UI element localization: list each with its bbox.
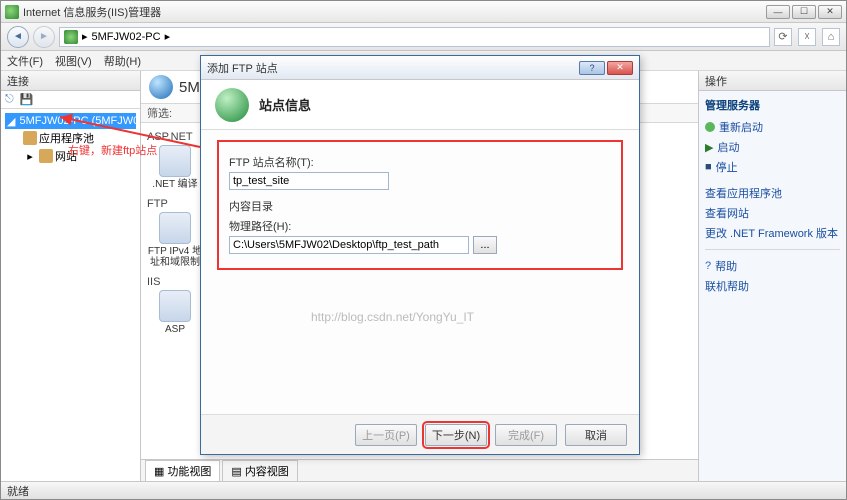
actions-panel: 操作 管理服务器 重新启动 ▶启动 ■停止 查看应用程序池 查看网站 更改 .N… <box>698 71 846 481</box>
manage-server-section: 管理服务器 <box>705 97 840 113</box>
site-name-label: FTP 站点名称(T): <box>229 154 611 170</box>
refresh-button[interactable]: ⟳ <box>774 28 792 46</box>
action-view-apppools[interactable]: 查看应用程序池 <box>705 183 840 203</box>
dialog-header-title: 站点信息 <box>259 95 311 114</box>
breadcrumb[interactable]: ▸ 5MFJW02-PC ▸ <box>59 27 770 47</box>
status-ready: 就绪 <box>7 483 29 499</box>
titlebar: Internet 信息服务(IIS)管理器 — ☐ ✕ <box>1 1 846 23</box>
action-help[interactable]: ?帮助 <box>705 256 840 276</box>
breadcrumb-node: 5MFJW02-PC <box>92 31 161 43</box>
action-restart[interactable]: 重新启动 <box>705 117 840 137</box>
add-ftp-site-dialog: 添加 FTP 站点 ? ✕ 站点信息 FTP 站点名称(T): 内容目录 物理路… <box>200 55 640 455</box>
action-view-sites[interactable]: 查看网站 <box>705 203 840 223</box>
forward-button[interactable]: ► <box>33 26 55 48</box>
back-button[interactable]: ◄ <box>7 26 29 48</box>
content-icon: ▤ <box>231 465 241 478</box>
statusbar: 就绪 <box>1 481 846 499</box>
highlight-box: FTP 站点名称(T): 内容目录 物理路径(H): ... <box>217 140 623 270</box>
next-button[interactable]: 下一步(N) <box>425 424 487 446</box>
action-start[interactable]: ▶启动 <box>705 137 840 157</box>
maximize-button[interactable]: ☐ <box>792 5 816 19</box>
dialog-title: 添加 FTP 站点 <box>207 60 579 76</box>
finish-button: 完成(F) <box>495 424 557 446</box>
dialog-close-button[interactable]: ✕ <box>607 61 633 75</box>
server-globe-icon <box>149 75 173 99</box>
restart-icon <box>705 122 715 132</box>
cancel-button[interactable]: 取消 <box>565 424 627 446</box>
path-input[interactable] <box>229 236 469 254</box>
browse-button[interactable]: ... <box>473 236 497 254</box>
menu-help[interactable]: 帮助(H) <box>104 53 141 69</box>
stop-button[interactable]: ☓ <box>798 28 816 46</box>
nav-row: ◄ ► ▸ 5MFJW02-PC ▸ ⟳ ☓ ⌂ <box>1 23 846 51</box>
close-button[interactable]: ✕ <box>818 5 842 19</box>
tree-server-node[interactable]: ◢ 5MFJW02-PC (5MFJW02-PC <box>5 113 136 129</box>
action-stop[interactable]: ■停止 <box>705 157 840 177</box>
actions-header: 操作 <box>699 71 846 91</box>
menu-file[interactable]: 文件(F) <box>7 53 43 69</box>
tree-server-label: 5MFJW02-PC (5MFJW02-PC <box>19 115 140 127</box>
globe-icon <box>215 88 249 122</box>
iis-icon <box>5 5 19 19</box>
connect-icon[interactable]: ⎋ <box>5 93 14 106</box>
connections-header: 连接 <box>1 71 140 91</box>
stop-icon: ■ <box>705 161 712 173</box>
window-title: Internet 信息服务(IIS)管理器 <box>23 4 766 20</box>
annotation-text: 右键，新建ftp站点 <box>68 142 157 158</box>
menu-view[interactable]: 视图(V) <box>55 53 92 69</box>
path-label: 物理路径(H): <box>229 218 611 234</box>
sites-icon <box>39 149 53 163</box>
prev-button: 上一页(P) <box>355 424 417 446</box>
action-change-net[interactable]: 更改 .NET Framework 版本 <box>705 223 840 243</box>
apppool-icon <box>23 131 37 145</box>
connections-panel: 连接 ⎋ 💾 ◢ 5MFJW02-PC (5MFJW02-PC 应用程序池 ▸ … <box>1 71 141 481</box>
tab-features[interactable]: ▦功能视图 <box>145 460 220 481</box>
page-title: 5M <box>179 79 200 96</box>
content-section-label: 内容目录 <box>229 198 611 214</box>
features-icon: ▦ <box>154 465 164 478</box>
help-icon: ? <box>705 260 711 272</box>
server-icon <box>64 30 78 44</box>
home-button[interactable]: ⌂ <box>822 28 840 46</box>
filter-label: 筛选: <box>147 105 172 121</box>
dialog-header: 站点信息 <box>201 80 639 130</box>
play-icon: ▶ <box>705 141 713 154</box>
tab-content[interactable]: ▤内容视图 <box>222 460 297 481</box>
dialog-titlebar: 添加 FTP 站点 ? ✕ <box>201 56 639 80</box>
feature-icon[interactable]: FTP IPv4 地址和域限制 <box>147 212 203 268</box>
site-name-input[interactable] <box>229 172 389 190</box>
action-online-help[interactable]: 联机帮助 <box>705 276 840 296</box>
feature-icon[interactable]: ASP <box>147 290 203 346</box>
watermark: http://blog.csdn.net/YongYu_IT <box>311 310 474 324</box>
save-icon[interactable]: 💾 <box>20 93 34 106</box>
dialog-help-button[interactable]: ? <box>579 61 605 75</box>
minimize-button[interactable]: — <box>766 5 790 19</box>
